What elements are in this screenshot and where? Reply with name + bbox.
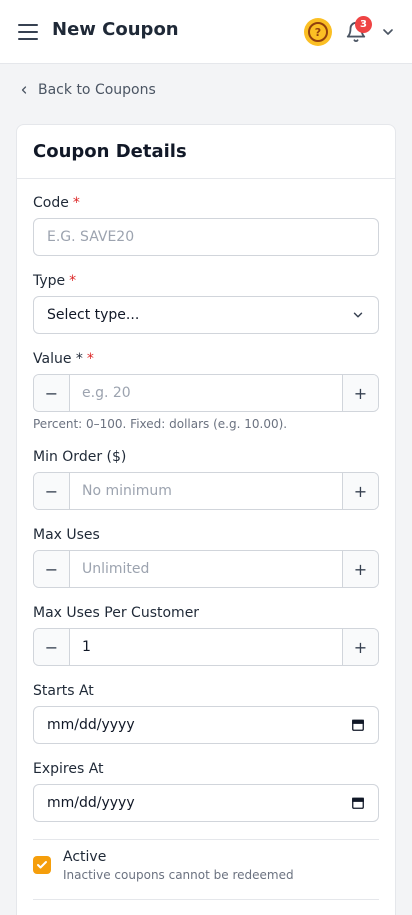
code-input[interactable]: E.G. SAVE20: [33, 218, 379, 256]
min-order-increment-button[interactable]: +: [342, 473, 378, 509]
help-icon[interactable]: ?: [304, 18, 332, 46]
type-label: Type *: [33, 273, 77, 289]
card-title: Coupon Details: [33, 141, 187, 162]
value-input[interactable]: e.g. 20: [70, 375, 342, 411]
chevron-left-icon: [21, 86, 27, 94]
coupon-details-card: Coupon Details Code * E.G. SAVE20 Type * S…: [16, 124, 396, 915]
back-to-coupons-link[interactable]: Back to Coupons: [18, 80, 156, 100]
max-uses-per-customer-label: Max Uses Per Customer: [33, 605, 200, 621]
max-uses-label: Max Uses: [33, 527, 100, 543]
max-uses-stepper: − Unlimited +: [33, 550, 379, 588]
expires-at-label: Expires At: [33, 761, 104, 777]
calendar-icon[interactable]: [351, 718, 365, 732]
min-order-stepper: − No minimum +: [33, 472, 379, 510]
max-uses-increment-button[interactable]: +: [342, 551, 378, 587]
checkmark-icon: [37, 861, 47, 869]
card-header: Coupon Details: [17, 125, 395, 179]
max-uses-per-customer-input[interactable]: 1: [70, 629, 342, 665]
code-placeholder: E.G. SAVE20: [47, 229, 135, 245]
divider: [33, 899, 379, 900]
notification-badge: 3: [355, 16, 372, 33]
chevron-down-icon[interactable]: [380, 24, 396, 40]
divider: [33, 839, 379, 840]
calendar-icon[interactable]: [351, 796, 365, 810]
min-order-decrement-button[interactable]: −: [34, 473, 70, 509]
code-label: Code *: [33, 195, 80, 211]
max-uses-decrement-button[interactable]: −: [34, 551, 70, 587]
value-label: Value * *: [33, 351, 94, 367]
starts-at-label: Starts At: [33, 683, 94, 699]
top-bar: New Coupon ? 3: [0, 0, 412, 64]
max-uses-per-customer-stepper: − 1 +: [33, 628, 379, 666]
active-label: Active: [63, 849, 107, 865]
back-link-label: Back to Coupons: [38, 82, 156, 98]
page-title: New Coupon: [52, 19, 179, 40]
value-decrement-button[interactable]: −: [34, 375, 70, 411]
menu-icon[interactable]: [18, 22, 38, 42]
value-increment-button[interactable]: +: [342, 375, 378, 411]
starts-at-value: mm/dd/yyyy: [47, 717, 135, 733]
starts-at-date-input[interactable]: mm/dd/yyyy: [33, 706, 379, 744]
expires-at-value: mm/dd/yyyy: [47, 795, 135, 811]
value-help-text: Percent: 0–100. Fixed: dollars (e.g. 10.…: [33, 417, 288, 431]
type-selected-value: Select type...: [47, 307, 140, 323]
max-uses-input[interactable]: Unlimited: [70, 551, 342, 587]
min-order-input[interactable]: No minimum: [70, 473, 342, 509]
type-select[interactable]: Select type...: [33, 296, 379, 334]
active-checkbox[interactable]: [33, 856, 51, 874]
min-order-label: Min Order ($): [33, 449, 127, 465]
chevron-down-icon: [353, 312, 363, 318]
max-uses-per-customer-decrement-button[interactable]: −: [34, 629, 70, 665]
active-description: Inactive coupons cannot be redeemed: [63, 868, 294, 882]
max-uses-per-customer-increment-button[interactable]: +: [342, 629, 378, 665]
expires-at-date-input[interactable]: mm/dd/yyyy: [33, 784, 379, 822]
value-stepper: − e.g. 20 +: [33, 374, 379, 412]
